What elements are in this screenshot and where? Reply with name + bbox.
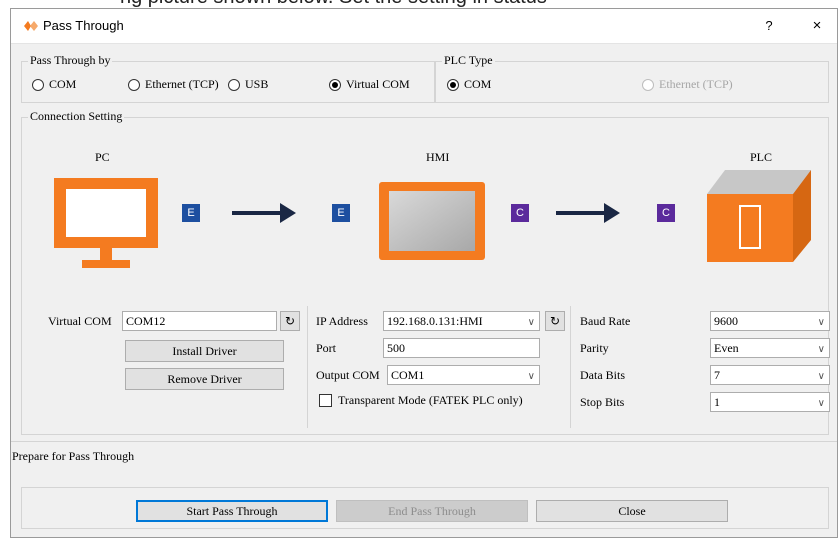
stop-bits-select[interactable]: 1 ∨ (710, 392, 830, 412)
badge-c-plc: C (657, 204, 675, 222)
radio-label: Virtual COM (346, 77, 410, 91)
badge-e-pc: E (182, 204, 200, 222)
output-com-select[interactable]: COM1 ∨ (387, 365, 540, 385)
chevron-down-icon: ∨ (817, 371, 825, 382)
radio-virtual-com[interactable]: Virtual COM (329, 77, 410, 92)
virtual-com-label: Virtual COM (48, 314, 112, 328)
radio-circle (642, 78, 654, 91)
title-bar: Pass Through ? × (11, 9, 837, 44)
status-separator (11, 441, 837, 442)
output-com-value: COM1 (391, 368, 425, 382)
column-divider (570, 306, 571, 428)
badge-c-hmi: C (511, 204, 529, 222)
pass-through-by-group: Pass Through by COM Ethernet (TCP) USB V… (21, 53, 435, 103)
close-icon[interactable]: × (805, 14, 829, 38)
status-text: Prepare for Pass Through (12, 449, 135, 463)
app-icon (24, 21, 38, 31)
background-document-strip: ng picture shown below. Set the setting … (0, 0, 840, 8)
baud-rate-select[interactable]: 9600 ∨ (710, 311, 830, 331)
arrow-pc-to-hmi (232, 203, 296, 223)
plc-label: PLC (750, 150, 773, 164)
transparent-mode-checkbox[interactable] (319, 394, 332, 407)
start-pass-through-button[interactable]: Start Pass Through (136, 500, 328, 522)
parity-select[interactable]: Even ∨ (710, 338, 830, 358)
ip-address-select[interactable]: 192.168.0.131:HMI ∨ (383, 311, 540, 331)
refresh-icon[interactable]: ↻ (280, 311, 300, 331)
chevron-down-icon: ∨ (527, 371, 535, 382)
virtual-com-field[interactable]: COM12 (122, 311, 277, 331)
chevron-down-icon: ∨ (817, 317, 825, 328)
plc-type-group: PLC Type COM Ethernet (TCP) (435, 53, 829, 103)
plc-type-label: PLC Type (442, 53, 495, 68)
radio-label: Ethernet (TCP) (659, 77, 733, 91)
ip-address-label: IP Address (316, 314, 368, 328)
radio-label: COM (49, 77, 77, 91)
data-bits-label: Data Bits (580, 368, 625, 382)
chevron-down-icon: ∨ (817, 344, 825, 355)
pc-label: PC (95, 150, 110, 164)
radio-circle (329, 78, 341, 91)
close-button[interactable]: Close (536, 500, 728, 522)
refresh-ip-icon[interactable]: ↻ (545, 311, 565, 331)
pass-through-dialog: Pass Through ? × Pass Through by COM Eth… (10, 8, 838, 538)
help-button[interactable]: ? (757, 14, 781, 38)
ip-address-value: 192.168.0.131:HMI (387, 314, 483, 328)
radio-plc-ethernet[interactable]: Ethernet (TCP) (642, 77, 733, 92)
transparent-mode-label: Transparent Mode (FATEK PLC only) (338, 393, 523, 407)
parity-label: Parity (580, 341, 609, 355)
radio-plc-com[interactable]: COM (447, 77, 491, 92)
radio-ethernet[interactable]: Ethernet (TCP) (128, 77, 219, 92)
parity-value: Even (714, 341, 739, 355)
pass-through-by-label: Pass Through by (28, 53, 113, 68)
radio-circle (32, 78, 44, 91)
pc-monitor-icon (54, 178, 158, 268)
arrow-hmi-to-plc (556, 203, 620, 223)
hmi-screen-icon (379, 182, 485, 260)
stop-bits-label: Stop Bits (580, 395, 625, 409)
badge-e-hmi: E (332, 204, 350, 222)
radio-label: Ethernet (TCP) (145, 77, 219, 91)
end-pass-through-button[interactable]: End Pass Through (336, 500, 528, 522)
background-text: ng picture shown below. Set the setting … (120, 0, 547, 8)
window-title: Pass Through (43, 18, 124, 33)
chevron-down-icon: ∨ (527, 317, 535, 328)
plc-device-icon (707, 170, 811, 262)
radio-usb[interactable]: USB (228, 77, 268, 92)
column-divider (307, 306, 308, 428)
baud-rate-value: 9600 (714, 314, 738, 328)
radio-label: COM (464, 77, 492, 91)
port-input[interactable]: 500 (383, 338, 540, 358)
radio-circle (228, 78, 240, 91)
radio-circle (447, 78, 459, 91)
radio-circle (128, 78, 140, 91)
connection-setting-group: Connection Setting PC HMI PLC E E C C Vi… (21, 109, 830, 435)
radio-com[interactable]: COM (32, 77, 76, 92)
stop-bits-value: 1 (714, 395, 720, 409)
connection-setting-label: Connection Setting (28, 109, 125, 124)
data-bits-select[interactable]: 7 ∨ (710, 365, 830, 385)
hmi-label: HMI (426, 150, 450, 164)
radio-label: USB (245, 77, 269, 91)
baud-rate-label: Baud Rate (580, 314, 631, 328)
chevron-down-icon: ∨ (817, 398, 825, 409)
output-com-label: Output COM (316, 368, 380, 382)
install-driver-button[interactable]: Install Driver (125, 340, 284, 362)
port-label: Port (316, 341, 337, 355)
data-bits-value: 7 (714, 368, 720, 382)
remove-driver-button[interactable]: Remove Driver (125, 368, 284, 390)
